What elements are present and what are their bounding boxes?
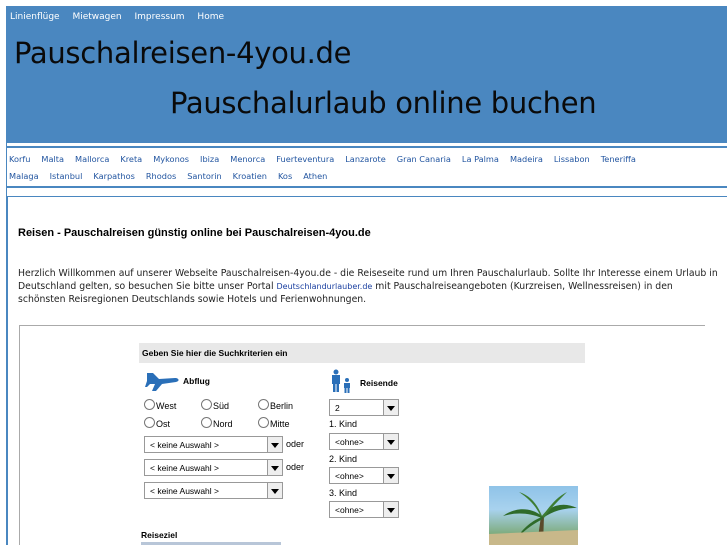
destination-link[interactable]: Lanzarote <box>345 154 386 164</box>
palm-beach-photo <box>489 486 578 545</box>
destination-link[interactable]: Malaga <box>9 171 39 181</box>
chevron-down-icon <box>267 460 282 475</box>
destination-navigation: Korfu Malta Mallorca Kreta Mykonos Ibiza Menor… <box>7 146 727 188</box>
destination-link[interactable]: Malta <box>41 154 64 164</box>
kind-1-select[interactable]: <ohne> <box>329 433 399 450</box>
airport-select-1[interactable]: < keine Auswahl > <box>144 436 283 453</box>
destination-link[interactable]: Ibiza <box>200 154 219 164</box>
destination-link[interactable]: Mykonos <box>153 154 189 164</box>
airport-select-2[interactable]: < keine Auswahl > <box>144 459 283 476</box>
nav-home[interactable]: Home <box>197 12 224 22</box>
search-title-bar: Geben Sie hier die Suchkriterien ein <box>139 343 585 363</box>
destination-link[interactable]: Kroatien <box>233 171 267 181</box>
travellers-icon <box>332 369 350 393</box>
reisende-label: Reisende <box>360 378 398 388</box>
chevron-down-icon <box>267 483 282 498</box>
oder-label-1: oder <box>286 439 305 449</box>
radio-ost[interactable]: Ost <box>144 417 170 429</box>
destination-link[interactable]: Kreta <box>120 154 142 164</box>
kind-2-label: 2. Kind <box>329 454 358 464</box>
destination-link[interactable]: Korfu <box>9 154 30 164</box>
destination-row-1: Korfu Malta Mallorca Kreta Mykonos Ibiza Menor… <box>9 154 647 164</box>
destination-link[interactable]: Kos <box>278 171 292 181</box>
destination-link[interactable]: Gran Canaria <box>397 154 451 164</box>
oder-label-2: oder <box>286 462 305 472</box>
destination-link[interactable]: Teneriffa <box>601 154 636 164</box>
chevron-down-icon <box>267 437 282 452</box>
chevron-down-icon <box>383 400 398 415</box>
chevron-down-icon <box>383 502 398 517</box>
destination-link[interactable]: Madeira <box>510 154 543 164</box>
travellers-select[interactable]: 2 <box>329 399 399 416</box>
nav-impressum[interactable]: Impressum <box>135 12 185 22</box>
destination-row-2: Malaga Istanbul Karpathos Rhodos Santorin Kro… <box>9 171 338 181</box>
intro-text: Herzlich Willkommen auf unserer Webseite… <box>18 267 718 306</box>
airport-select-3[interactable]: < keine Auswahl > <box>144 482 283 499</box>
site-header: Linienflüge Mietwagen Impressum Home <box>7 7 727 143</box>
site-subtitle: Pauschalurlaub online buchen <box>170 86 597 120</box>
kind-3-label: 3. Kind <box>329 488 358 498</box>
destination-link[interactable]: Lissabon <box>554 154 590 164</box>
nav-mietwagen[interactable]: Mietwagen <box>72 12 121 22</box>
destination-link[interactable]: Santorin <box>187 171 221 181</box>
radio-mitte[interactable]: Mitte <box>258 417 290 429</box>
radio-sued[interactable]: Süd <box>201 399 229 411</box>
radio-berlin[interactable]: Berlin <box>258 399 293 411</box>
chevron-down-icon <box>383 434 398 449</box>
abflug-label: Abflug <box>183 376 210 386</box>
kind-3-select[interactable]: <ohne> <box>329 501 399 518</box>
destination-link[interactable]: Menorca <box>230 154 265 164</box>
nav-linienfluege[interactable]: Linienflüge <box>10 12 60 22</box>
radio-nord[interactable]: Nord <box>201 417 233 429</box>
airplane-icon <box>145 373 179 391</box>
kind-1-label: 1. Kind <box>329 419 358 429</box>
top-navigation: Linienflüge Mietwagen Impressum Home <box>10 12 234 22</box>
destination-link[interactable]: Fuerteventura <box>276 154 334 164</box>
destination-link[interactable]: Istanbul <box>50 171 83 181</box>
radio-west[interactable]: West <box>144 399 176 411</box>
destination-link[interactable]: Athen <box>303 171 327 181</box>
kind-2-select[interactable]: <ohne> <box>329 467 399 484</box>
search-title: Geben Sie hier die Suchkriterien ein <box>142 348 288 358</box>
destination-link[interactable]: La Palma <box>462 154 499 164</box>
site-title: Pauschalreisen-4you.de <box>14 36 352 70</box>
destination-link[interactable]: Karpathos <box>93 171 135 181</box>
destination-link[interactable]: Mallorca <box>75 154 109 164</box>
palm-tree-icon <box>489 492 578 545</box>
page-heading: Reisen - Pauschalreisen günstig online b… <box>18 227 371 239</box>
chevron-down-icon <box>383 468 398 483</box>
destination-link[interactable]: Rhodos <box>146 171 176 181</box>
reiseziel-label: Reiseziel <box>141 530 178 540</box>
deutschlandurlauber-link[interactable]: Deutschlandurlauber.de <box>276 282 372 291</box>
